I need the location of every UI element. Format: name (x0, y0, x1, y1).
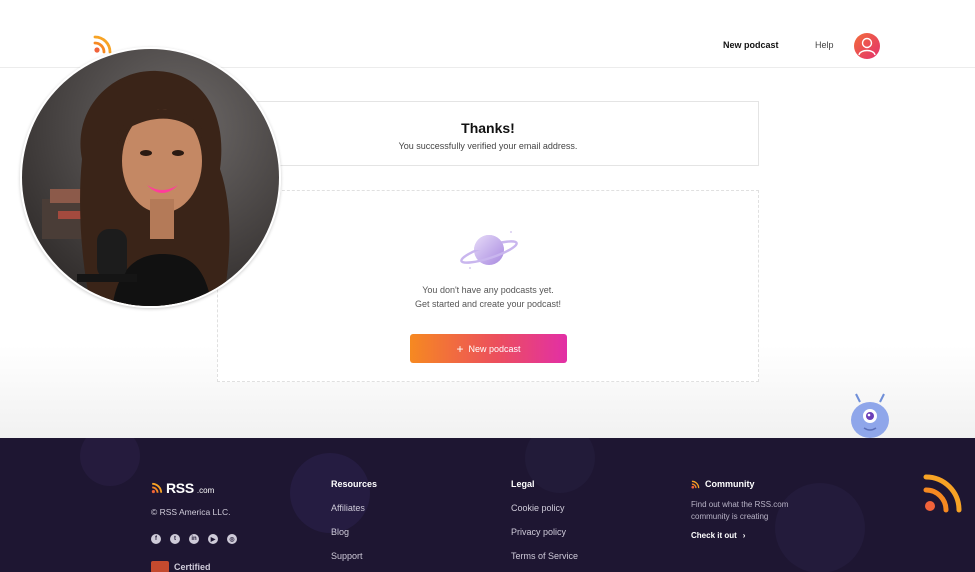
footer-brand-name: RSS (166, 480, 194, 496)
user-icon (858, 37, 876, 56)
footer-resources-heading: Resources (331, 479, 378, 489)
certified-badge-icon (151, 561, 169, 572)
certified-badge: Certified (151, 561, 211, 572)
planet-icon (460, 231, 518, 269)
footer-community-description: Find out what the RSS.com community is c… (691, 500, 789, 521)
footer-legal-column: Legal Cookie policy Privacy policy Terms… (511, 479, 578, 572)
certified-label: Certified (174, 562, 211, 572)
user-avatar[interactable] (854, 33, 880, 59)
youtube-icon[interactable]: ▶ (208, 534, 218, 544)
rss-large-icon[interactable] (922, 472, 964, 514)
site-footer: RSS .com © RSS America LLC. f t in ▶ ◎ C… (0, 438, 975, 572)
footer-link-affiliates[interactable]: Affiliates (331, 503, 377, 527)
thanks-subtitle: You successfully verified your email add… (398, 141, 578, 151)
footer-community-column: Community Find out what the RSS.com comm… (691, 479, 801, 540)
empty-state-message: You don't have any podcasts yet. (422, 285, 554, 295)
twitter-icon[interactable]: t (170, 534, 180, 544)
footer-resources-column: Resources Affiliates Blog Support (331, 479, 377, 572)
thanks-title: Thanks! (461, 120, 515, 136)
footer-link-support[interactable]: Support (331, 551, 377, 572)
footer-community-heading-label: Community (705, 479, 755, 489)
presenter-video (22, 49, 279, 306)
rss-logo-icon[interactable] (93, 34, 113, 54)
footer-brand-domain: .com (196, 485, 215, 495)
empty-podcasts-card: You don't have any podcasts yet. Get sta… (217, 190, 759, 382)
nav-help-link[interactable]: Help (815, 40, 834, 50)
webcam-overlay (20, 47, 281, 308)
empty-state-hint: Get started and create your podcast! (414, 299, 562, 309)
plus-icon: + (456, 341, 464, 356)
footer-brand-logo[interactable]: RSS .com (151, 480, 214, 496)
verification-success-card: Thanks! You successfully verified your e… (217, 101, 759, 166)
nav-new-podcast-link[interactable]: New podcast (723, 40, 779, 50)
footer-link-privacy-policy[interactable]: Privacy policy (511, 527, 578, 551)
check-it-out-label: Check it out (691, 531, 737, 540)
social-links: f t in ▶ ◎ (151, 534, 237, 544)
rss-logo-icon (151, 482, 163, 494)
chevron-right-icon: › (742, 531, 746, 540)
linkedin-icon[interactable]: in (189, 534, 199, 544)
footer-background-pattern (80, 438, 865, 572)
footer-legal-heading: Legal (511, 479, 535, 489)
footer-community-heading: Community (691, 479, 801, 489)
new-podcast-button-label: New podcast (468, 343, 521, 354)
footer-link-terms[interactable]: Terms of Service (511, 551, 578, 572)
facebook-icon[interactable]: f (151, 534, 161, 544)
footer-link-blog[interactable]: Blog (331, 527, 377, 551)
rss-icon (691, 480, 700, 489)
new-podcast-button[interactable]: + New podcast (410, 334, 567, 363)
footer-copyright: © RSS America LLC. (151, 507, 231, 517)
footer-link-cookie-policy[interactable]: Cookie policy (511, 503, 578, 527)
check-it-out-link[interactable]: Check it out › (691, 531, 801, 540)
mascot-robot-icon[interactable] (846, 392, 894, 440)
instagram-icon[interactable]: ◎ (227, 534, 237, 544)
